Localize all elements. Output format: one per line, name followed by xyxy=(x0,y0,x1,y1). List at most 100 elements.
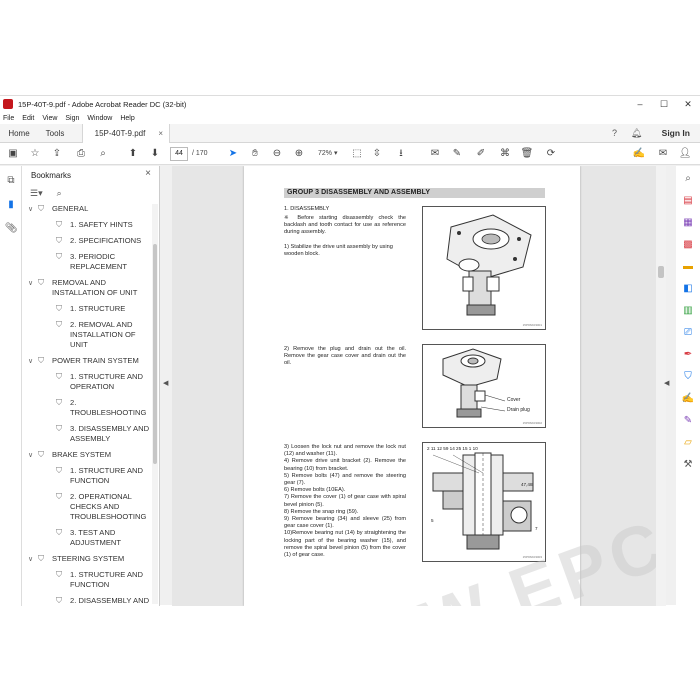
stamp-icon[interactable]: ⌘ xyxy=(498,147,512,161)
more-tools-icon[interactable]: ⟳ xyxy=(544,147,558,161)
menu-view[interactable]: View xyxy=(42,115,57,122)
prepare-form-icon[interactable]: ✎ xyxy=(681,414,695,428)
step-2: 2) Remove the plug and drain out the oil… xyxy=(284,346,406,367)
upload-icon[interactable]: ⇪ xyxy=(50,147,64,161)
figure-drive-unit: 15P9SK03001 xyxy=(422,206,546,330)
bookmarks-scroll-thumb[interactable] xyxy=(153,244,157,464)
sign-in-button[interactable]: Sign In xyxy=(662,124,690,143)
zoom-out-icon[interactable]: ⊖ xyxy=(270,147,284,161)
bookmark-section[interactable]: ∨ ⛉ POWER TRAIN SYSTEM xyxy=(22,356,150,366)
fit-page-icon[interactable]: ⬚ xyxy=(350,147,364,161)
page-number-input[interactable]: 44 xyxy=(170,147,188,161)
search-tools-icon[interactable]: ⌕ xyxy=(681,172,695,186)
close-tab-icon[interactable]: × xyxy=(158,124,163,143)
previous-page-icon[interactable]: ⬆ xyxy=(126,147,140,161)
collapse-left-panel-icon[interactable]: ◀ xyxy=(163,379,168,387)
save-icon[interactable]: ▣ xyxy=(6,147,20,161)
minimize-button[interactable]: – xyxy=(628,97,652,111)
bookmark-section[interactable]: ∨ ⛉ STEERING SYSTEM xyxy=(22,554,150,564)
create-pdf-icon[interactable]: ▩ xyxy=(681,238,695,252)
bookmark-item[interactable]: ⛉ 1. STRUCTURE AND FUNCTION xyxy=(22,570,150,590)
edit-pdf-icon[interactable]: ▥ xyxy=(681,304,695,318)
chevron-down-icon[interactable]: ∨ xyxy=(28,279,33,289)
close-bookmarks-icon[interactable]: × xyxy=(145,168,151,179)
menu-help[interactable]: Help xyxy=(120,115,134,122)
window-title: 15P-40T-9.pdf - Adobe Acrobat Reader DC … xyxy=(18,99,187,109)
bookmark-item[interactable]: ⛉ 1. STRUCTURE AND OPERATION xyxy=(22,372,150,392)
steps-list: 3) Loosen the lock nut and remove the lo… xyxy=(284,444,406,559)
tab-document[interactable]: 15P-40T-9.pdf × xyxy=(82,124,170,143)
chevron-down-icon[interactable]: ∨ xyxy=(28,205,33,215)
comment-tool-icon[interactable]: ▬ xyxy=(681,260,695,274)
bookmark-item[interactable]: ⛉ 1. STRUCTURE xyxy=(22,304,150,314)
tab-tools[interactable]: Tools xyxy=(38,124,72,143)
document-viewport[interactable]: GROUP 3 DISASSEMBLY AND ASSEMBLY 1. DISA… xyxy=(172,166,656,606)
bookmarks-scrollbar[interactable] xyxy=(152,204,158,604)
bookmark-section[interactable]: ∨ ⛉ REMOVAL AND INSTALLATION OF UNIT xyxy=(22,278,150,298)
comment-icon[interactable]: ✉ xyxy=(428,147,442,161)
bookmark-item[interactable]: ⛉ 2. DISASSEMBLY AND ASSEMBLY xyxy=(22,596,150,604)
bookmark-label: 2. TROUBLESHOOTING xyxy=(70,398,147,417)
customize-tools-icon[interactable]: ⚒ xyxy=(681,458,695,472)
bookmark-item[interactable]: ⛉ 1. STRUCTURE AND FUNCTION xyxy=(22,466,150,486)
maximize-button[interactable]: ☐ xyxy=(652,97,676,111)
send-for-signature-icon[interactable]: ✍ xyxy=(681,392,695,406)
bookmark-item[interactable]: ⛉ 1. SAFETY HINTS xyxy=(22,220,150,230)
zoom-level-select[interactable]: 72% ▾ xyxy=(318,147,348,161)
bookmark-item[interactable]: ⛉ 2. SPECIFICATIONS xyxy=(22,236,150,246)
zoom-in-icon[interactable]: ⊕ xyxy=(292,147,306,161)
bookmark-item[interactable]: ⛉ 2. OPERATIONAL CHECKS AND TROUBLESHOOTI… xyxy=(22,492,150,522)
label-drain-plug: Drain plug xyxy=(507,407,530,413)
bookmarks-panel-icon[interactable]: ▮ xyxy=(4,198,18,212)
highlight-pen-icon[interactable]: ✎ xyxy=(450,147,464,161)
menu-sign[interactable]: Sign xyxy=(65,115,79,122)
menu-edit[interactable]: Edit xyxy=(22,115,34,122)
fill-sign-icon[interactable]: ✍ xyxy=(632,147,646,161)
scroll-mode-icon[interactable]: ⇳ xyxy=(370,147,384,161)
email-icon[interactable]: ✉ xyxy=(656,147,670,161)
collapse-right-panel-icon[interactable]: ◀ xyxy=(664,379,669,387)
step-10: 10)Remove bearing nut (14) by straighten… xyxy=(284,530,406,559)
chevron-down-icon[interactable]: ∨ xyxy=(28,451,33,461)
export-pdf-icon[interactable]: ▤ xyxy=(681,194,695,208)
close-window-button[interactable]: ✕ xyxy=(676,97,700,111)
bookmark-star-icon[interactable]: ☆ xyxy=(28,147,42,161)
scan-ocr-icon[interactable]: ⎚ xyxy=(681,326,695,340)
bookmark-item[interactable]: ⛉ 3. PERIODIC REPLACEMENT xyxy=(22,252,150,272)
bookmark-item[interactable]: ⛉ 2. REMOVAL AND INSTALLATION OF UNIT xyxy=(22,320,150,350)
bookmark-item[interactable]: ⛉ 2. TROUBLESHOOTING xyxy=(22,398,150,418)
fill-sign-tool-icon[interactable]: ✒ xyxy=(681,348,695,362)
protect-icon[interactable]: ⛉ xyxy=(681,370,695,384)
chevron-down-icon[interactable]: ∨ xyxy=(28,555,33,565)
print-icon[interactable]: ⎙ xyxy=(74,147,88,161)
bookmark-label: 2. REMOVAL AND INSTALLATION OF UNIT xyxy=(70,320,136,349)
draw-icon[interactable]: ✐ xyxy=(474,147,488,161)
share-tool-icon[interactable]: ▱ xyxy=(681,436,695,450)
select-cursor-icon[interactable]: ➤ xyxy=(226,147,240,161)
next-page-icon[interactable]: ⬇ xyxy=(148,147,162,161)
search-icon[interactable]: ⌕ xyxy=(96,147,110,161)
help-icon[interactable]: ? xyxy=(608,127,621,140)
bookmarks-panel: Bookmarks × ☰▾ ⌕ ∨ ⛉ GENERAL ⛉ 1. SAFETY HIN… xyxy=(22,166,160,606)
attachments-icon[interactable]: 📎︎ xyxy=(4,222,18,236)
menu-window[interactable]: Window xyxy=(87,115,112,122)
chevron-down-icon[interactable]: ∨ xyxy=(28,357,33,367)
hand-tool-icon[interactable]: ✋︎ xyxy=(248,147,262,161)
bookmark-options-icon[interactable]: ☰▾ xyxy=(30,188,43,199)
combine-files-icon[interactable]: ◧ xyxy=(681,282,695,296)
tab-home[interactable]: Home xyxy=(0,124,38,143)
notification-bell-icon[interactable]: 🔔︎ xyxy=(630,127,643,140)
download-icon[interactable]: ⭳ xyxy=(394,147,408,161)
page-thumbnails-icon[interactable]: ⧉ xyxy=(4,174,18,188)
bookmark-item[interactable]: ⛉ 3. DISASSEMBLY AND ASSEMBLY xyxy=(22,424,150,444)
organize-pages-icon[interactable]: ▦ xyxy=(681,216,695,230)
delete-icon[interactable]: 🗑︎ xyxy=(520,147,534,161)
bookmark-section[interactable]: ∨ ⛉ BRAKE SYSTEM xyxy=(22,450,150,460)
bookmark-item[interactable]: ⛉ 3. TEST AND ADJUSTMENT xyxy=(22,528,150,548)
bookmark-find-icon[interactable]: ⌕ xyxy=(57,188,62,199)
document-scroll-thumb[interactable] xyxy=(658,266,664,278)
menu-file[interactable]: File xyxy=(3,115,14,122)
bookmark-icon: ⛉ xyxy=(56,304,62,313)
share-user-icon[interactable]: 👤︎ xyxy=(678,147,692,161)
bookmark-section[interactable]: ∨ ⛉ GENERAL xyxy=(22,204,150,214)
